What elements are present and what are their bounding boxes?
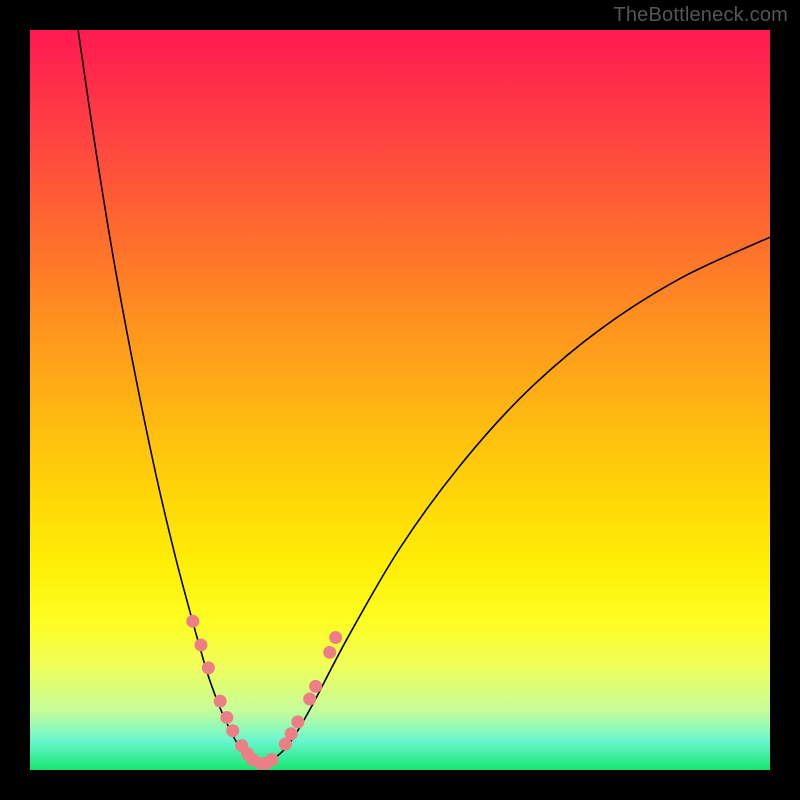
highlight-dot xyxy=(285,727,298,740)
curve-right-branch xyxy=(272,237,770,760)
highlight-dot xyxy=(226,724,239,737)
highlight-dot xyxy=(329,631,342,644)
highlight-dot xyxy=(265,753,278,766)
highlight-dot xyxy=(194,638,207,651)
highlight-dot xyxy=(220,711,233,724)
highlight-dot xyxy=(303,692,316,705)
highlight-dot xyxy=(323,646,336,659)
chart-plot-area xyxy=(30,30,770,770)
highlight-dot xyxy=(202,661,215,674)
chart-svg xyxy=(30,30,770,770)
curve-left-branch xyxy=(78,30,252,760)
highlight-dot xyxy=(291,715,304,728)
highlight-dot xyxy=(214,695,227,708)
highlight-dot xyxy=(309,680,322,693)
highlight-dot xyxy=(186,615,199,628)
watermark-text: TheBottleneck.com xyxy=(613,4,788,27)
